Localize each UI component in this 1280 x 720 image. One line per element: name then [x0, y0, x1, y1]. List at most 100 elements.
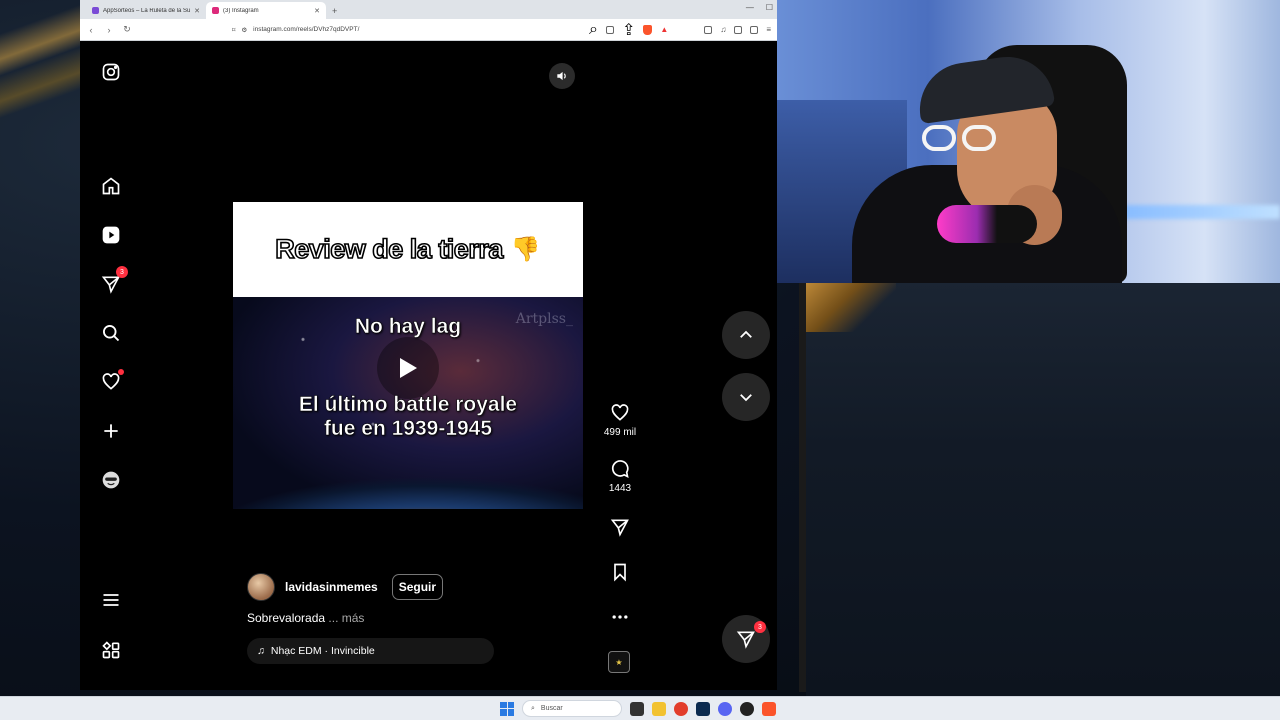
reload-icon[interactable]: ↻ [122, 24, 132, 35]
webcam-overlay [777, 0, 1280, 283]
toolbar-icons: ⌕ ⇪ ▲ ♫ ≡ [589, 20, 771, 40]
taskbar-center: ⌕ Buscar [500, 700, 776, 717]
like-action[interactable]: 499 mil [600, 403, 640, 438]
windows-taskbar: ⌕ Buscar [0, 696, 1280, 720]
minimize-icon[interactable]: — [746, 3, 754, 12]
follow-button[interactable]: Seguir [391, 574, 444, 600]
reel-header-band: Review de la tierra 👎 [233, 202, 583, 297]
task-view-icon[interactable] [630, 701, 644, 716]
notifications-icon[interactable] [100, 369, 124, 393]
windows-start-icon[interactable] [500, 701, 514, 716]
github-icon[interactable] [740, 701, 754, 716]
site-info-icon[interactable]: ⚙ [241, 26, 247, 34]
streamer-glasses [922, 125, 1002, 155]
new-tab-button[interactable]: + [326, 2, 343, 19]
instagram-logo-icon[interactable] [100, 61, 122, 83]
caption-text: Sobrevalorada [247, 611, 326, 625]
reel-caption-line2: El último battle royale fue en 1939-1945 [233, 393, 583, 441]
wallet-icon[interactable] [750, 25, 759, 34]
url-text: instagram.com/reels/DVhz7qdDVPT/ [253, 26, 360, 33]
window-controls: — ☐ [746, 3, 773, 12]
tab-title: (3) Instagram [223, 7, 259, 14]
caption-more-link[interactable]: ... más [328, 611, 364, 625]
create-icon[interactable] [100, 420, 122, 442]
page-scrollbar[interactable] [799, 282, 806, 692]
save-action[interactable] [600, 562, 640, 582]
earth-image: Artplss_ No hay lag El último battle roy… [233, 297, 583, 509]
brave-shields-icon[interactable] [643, 24, 653, 35]
taskbar-search[interactable]: ⌕ Buscar [522, 700, 622, 717]
reel-author: lavidasinmemes Seguir [247, 573, 444, 601]
thumbs-down-icon: 👎 [510, 236, 541, 263]
reel-caption-line2a: El último battle royale [298, 393, 518, 417]
messages-fab[interactable]: 3 [722, 615, 770, 663]
instagram-sidebar: 3 [80, 41, 142, 690]
forward-icon[interactable]: › [104, 25, 114, 35]
heart-icon [611, 404, 629, 421]
music-icon[interactable]: ♫ [720, 25, 726, 34]
search-icon: ⌕ [531, 704, 535, 712]
share-action[interactable] [600, 517, 640, 537]
appsorteos-favicon-icon [92, 7, 99, 14]
maximize-icon[interactable]: ☐ [766, 3, 773, 12]
messages-icon[interactable]: 3 [100, 266, 128, 295]
photoshop-icon[interactable] [696, 701, 710, 716]
wallpaper-streak [0, 0, 80, 140]
tab-instagram[interactable]: (3) Instagram ✕ [206, 2, 326, 19]
audio-title: Nhạc EDM · Invincible [270, 645, 375, 657]
reel-video[interactable]: Review de la tierra 👎 Artplss_ No hay la… [233, 55, 583, 677]
audio-thumbnail[interactable]: ★ [608, 651, 630, 673]
streamer-microphone [937, 205, 1037, 243]
install-app-icon[interactable] [606, 25, 614, 34]
zoom-icon[interactable]: ⌕ [589, 21, 598, 39]
file-explorer-icon[interactable] [652, 701, 666, 716]
more-apps-icon[interactable] [100, 639, 122, 661]
author-avatar[interactable] [247, 573, 275, 601]
close-tab-icon[interactable]: ✕ [194, 7, 200, 15]
audio-pill[interactable]: ♫ Nhạc EDM · Invincible [247, 638, 494, 664]
like-count: 499 mil [603, 427, 637, 438]
close-tab-icon[interactable]: ✕ [314, 7, 320, 15]
next-reel-button[interactable] [722, 373, 770, 421]
previous-reel-button[interactable] [722, 311, 770, 359]
sidebar-icon[interactable] [734, 25, 743, 34]
wallpaper-area [806, 282, 1280, 696]
tab-title: AppSorteos – La Ruleta de la Suerte [103, 7, 191, 14]
reader-icon[interactable] [704, 25, 713, 34]
share-icon[interactable]: ⇪ [622, 20, 635, 40]
browser-toolbar: ‹ › ↻ ⌑ ⚙ instagram.com/reels/DVhz7qdDVP… [80, 19, 777, 41]
play-icon [400, 358, 417, 378]
author-username[interactable]: lavidasinmemes [285, 580, 378, 594]
brave-icon[interactable] [762, 701, 776, 716]
rewards-icon[interactable]: ▲ [660, 25, 668, 34]
reel-caption-line1: No hay lag [354, 315, 462, 339]
address-bar[interactable]: ⌑ ⚙ instagram.com/reels/DVhz7qdDVPT/ [140, 22, 581, 38]
reels-icon[interactable] [100, 224, 122, 246]
discord-icon[interactable] [718, 701, 732, 716]
sound-toggle-button[interactable] [549, 63, 575, 89]
more-options-action[interactable] [600, 607, 640, 627]
menu-icon[interactable]: ≡ [766, 25, 771, 34]
play-button[interactable] [377, 337, 439, 399]
tab-appsorteos[interactable]: AppSorteos – La Ruleta de la Suerte ✕ [86, 2, 206, 19]
messages-icon [736, 631, 755, 649]
reel-caption-line2b: fue en 1939-1945 [323, 417, 493, 441]
chrome-icon[interactable] [674, 701, 688, 716]
comment-action[interactable]: 1443 [600, 459, 640, 494]
chevron-up-icon [740, 330, 752, 338]
bookmark-icon [614, 563, 626, 582]
reel-header-text: Review de la tierra [274, 233, 504, 265]
search-icon[interactable] [100, 322, 122, 344]
music-note-icon: ♫ [257, 645, 265, 657]
home-icon[interactable] [100, 175, 122, 197]
more-icon [612, 615, 628, 619]
menu-icon[interactable] [100, 589, 122, 611]
tab-bar: AppSorteos – La Ruleta de la Suerte ✕ (3… [80, 0, 777, 19]
taskbar-search-placeholder: Buscar [540, 705, 563, 712]
comment-count: 1443 [608, 483, 632, 494]
back-icon[interactable]: ‹ [86, 25, 96, 35]
profile-avatar[interactable] [100, 469, 122, 491]
browser-window: AppSorteos – La Ruleta de la Suerte ✕ (3… [80, 0, 777, 690]
bookmark-icon[interactable]: ⌑ [232, 26, 235, 34]
instagram-page: 3 Review de la tierra 👎 Artplss_ No hay … [80, 41, 777, 690]
